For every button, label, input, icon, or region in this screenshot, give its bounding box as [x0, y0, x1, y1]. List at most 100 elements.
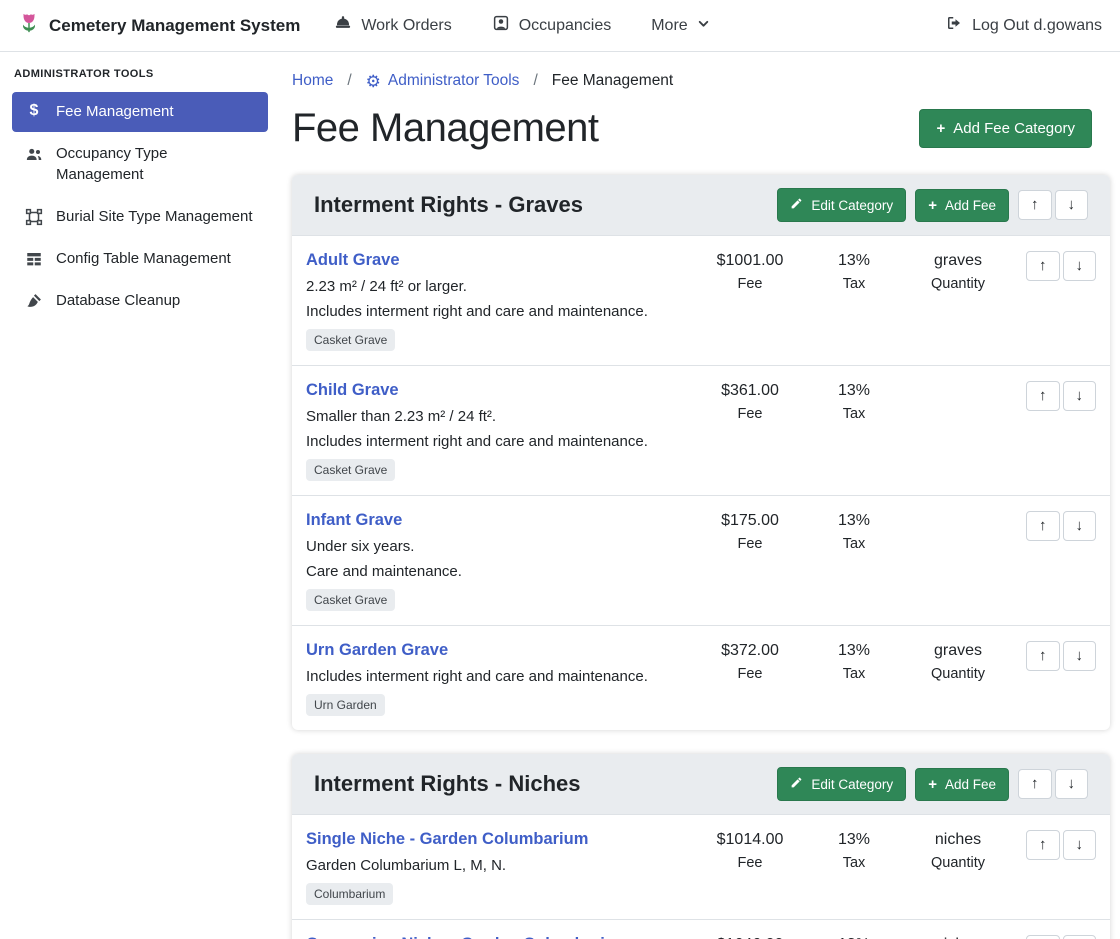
- nav-work-orders[interactable]: Work Orders: [334, 14, 451, 37]
- sidebar-item-database-cleanup[interactable]: Database Cleanup: [12, 281, 268, 321]
- fee-description: Includes interment right and care and ma…: [306, 668, 690, 685]
- fee-name-link[interactable]: Adult Grave: [306, 251, 400, 270]
- sidebar-item-occupancy-type-management[interactable]: Occupancy Type Management: [12, 134, 268, 195]
- tax-label: Tax: [802, 666, 906, 682]
- fee-amount-label: Fee: [698, 855, 802, 871]
- fee-description: Under six years.: [306, 538, 690, 555]
- move-fee-down-button[interactable]: ↓: [1063, 935, 1097, 939]
- add-fee-label: Add Fee: [945, 198, 996, 213]
- nav-more-label: More: [651, 17, 687, 35]
- breadcrumb-admin-tools-label: Administrator Tools: [388, 72, 520, 90]
- chevron-down-icon: [697, 17, 710, 35]
- logout-label: Log Out d.gowans: [972, 17, 1102, 35]
- person-frame-icon: [492, 14, 510, 37]
- category-title: Interment Rights - Niches: [314, 771, 580, 797]
- plus-icon: +: [928, 198, 937, 213]
- move-fee-down-button[interactable]: ↓: [1063, 830, 1097, 860]
- sidebar-item-config-table-management[interactable]: Config Table Management: [12, 239, 268, 279]
- plus-icon: +: [936, 121, 945, 136]
- fee-description: Smaller than 2.23 m² / 24 ft².: [306, 408, 690, 425]
- logout-button[interactable]: Log Out d.gowans: [945, 14, 1102, 37]
- sidebar-item-label: Burial Site Type Management: [56, 207, 253, 227]
- fee-name-link[interactable]: Child Grave: [306, 381, 399, 400]
- fee-amount-stat: $1001.00 Fee: [698, 251, 802, 292]
- category-title: Interment Rights - Graves: [314, 192, 583, 218]
- fee-reorder-buttons: ↑ ↓: [1010, 641, 1096, 671]
- table-icon: [24, 250, 44, 268]
- app-title: Cemetery Management System: [49, 16, 300, 36]
- fee-amount: $372.00: [698, 642, 802, 660]
- sidebar-item-label: Config Table Management: [56, 249, 231, 269]
- tulip-logo-icon: [18, 12, 40, 39]
- tax-label: Tax: [802, 536, 906, 552]
- add-fee-label: Add Fee: [945, 777, 996, 792]
- fee-reorder-buttons: ↑ ↓: [1010, 381, 1096, 411]
- move-fee-up-button[interactable]: ↑: [1026, 511, 1060, 541]
- move-fee-up-button[interactable]: ↑: [1026, 641, 1060, 671]
- fee-amount-stat: $372.00 Fee: [698, 641, 802, 682]
- fee-info: Adult Grave 2.23 m² / 24 ft² or larger. …: [306, 251, 698, 351]
- app-brand[interactable]: Cemetery Management System: [18, 12, 300, 39]
- fee-reorder-buttons: ↑ ↓: [1010, 511, 1096, 541]
- fee-name-link[interactable]: Single Niche - Garden Columbarium: [306, 830, 588, 849]
- quantity-stat: graves Quantity: [906, 251, 1010, 292]
- fee-type-badge: Columbarium: [306, 883, 393, 905]
- tax-stat: 13% Tax: [802, 641, 906, 682]
- tax-stat: 13% Tax: [802, 511, 906, 552]
- sidebar-item-fee-management[interactable]: $ Fee Management: [12, 92, 268, 132]
- move-fee-up-button[interactable]: ↑: [1026, 381, 1060, 411]
- fee-amount-label: Fee: [698, 276, 802, 292]
- fee-amount-stat: $361.00 Fee: [698, 381, 802, 422]
- quantity-stat: [906, 511, 1010, 512]
- fee-name-link[interactable]: Infant Grave: [306, 511, 402, 530]
- edit-category-button[interactable]: Edit Category: [777, 767, 906, 801]
- users-icon: [24, 145, 44, 163]
- move-category-up-button[interactable]: ↑: [1018, 769, 1052, 799]
- quantity-value: graves: [906, 252, 1010, 270]
- add-fee-category-button[interactable]: + Add Fee Category: [919, 109, 1092, 148]
- fee-info: Child Grave Smaller than 2.23 m² / 24 ft…: [306, 381, 698, 481]
- edit-category-label: Edit Category: [811, 198, 893, 213]
- fee-type-badge: Casket Grave: [306, 329, 395, 351]
- nav-more[interactable]: More: [651, 17, 709, 35]
- move-fee-up-button[interactable]: ↑: [1026, 830, 1060, 860]
- move-category-up-button[interactable]: ↑: [1018, 190, 1052, 220]
- breadcrumb-separator: /: [533, 72, 537, 90]
- category-header: Interment Rights - Graves Edit Category …: [292, 175, 1110, 235]
- fee-reorder-buttons: ↑ ↓: [1010, 935, 1096, 939]
- add-fee-category-label: Add Fee Category: [953, 120, 1075, 137]
- move-fee-down-button[interactable]: ↓: [1063, 251, 1097, 281]
- edit-category-label: Edit Category: [811, 777, 893, 792]
- fee-reorder-buttons: ↑ ↓: [1010, 251, 1096, 281]
- tax-value: 13%: [802, 252, 906, 270]
- edit-category-button[interactable]: Edit Category: [777, 188, 906, 222]
- fee-name-link[interactable]: Companion Niche - Garden Columbarium: [306, 935, 630, 939]
- nav-occupancies[interactable]: Occupancies: [492, 14, 612, 37]
- tax-label: Tax: [802, 855, 906, 871]
- add-fee-button[interactable]: + Add Fee: [915, 189, 1009, 222]
- breadcrumb-home-link[interactable]: Home: [292, 72, 333, 90]
- breadcrumb-admin-tools-link[interactable]: ⚙ Administrator Tools: [366, 72, 520, 90]
- move-fee-down-button[interactable]: ↓: [1063, 511, 1097, 541]
- fee-name-link[interactable]: Urn Garden Grave: [306, 641, 448, 660]
- move-category-down-button[interactable]: ↓: [1055, 769, 1089, 799]
- add-fee-button[interactable]: + Add Fee: [915, 768, 1009, 801]
- category-reorder-buttons: ↑ ↓: [1018, 769, 1088, 799]
- move-fee-down-button[interactable]: ↓: [1063, 381, 1097, 411]
- logout-icon: [945, 14, 963, 37]
- hard-hat-icon: [334, 14, 352, 37]
- broom-icon: [24, 292, 44, 310]
- quantity-stat: niches Quantity: [906, 830, 1010, 871]
- move-fee-down-button[interactable]: ↓: [1063, 641, 1097, 671]
- tax-stat: 13% Tax: [802, 381, 906, 422]
- tax-stat: 13% Tax: [802, 830, 906, 871]
- move-fee-up-button[interactable]: ↑: [1026, 251, 1060, 281]
- breadcrumb: Home / ⚙ Administrator Tools / Fee Manag…: [292, 72, 1110, 90]
- move-fee-up-button[interactable]: ↑: [1026, 935, 1060, 939]
- fee-info: Single Niche - Garden Columbarium Garden…: [306, 830, 698, 905]
- tax-value: 13%: [802, 382, 906, 400]
- move-category-down-button[interactable]: ↓: [1055, 190, 1089, 220]
- fee-category-card-niches: Interment Rights - Niches Edit Category …: [292, 754, 1110, 939]
- sidebar-item-burial-site-type-management[interactable]: Burial Site Type Management: [12, 197, 268, 237]
- tax-value: 13%: [802, 642, 906, 660]
